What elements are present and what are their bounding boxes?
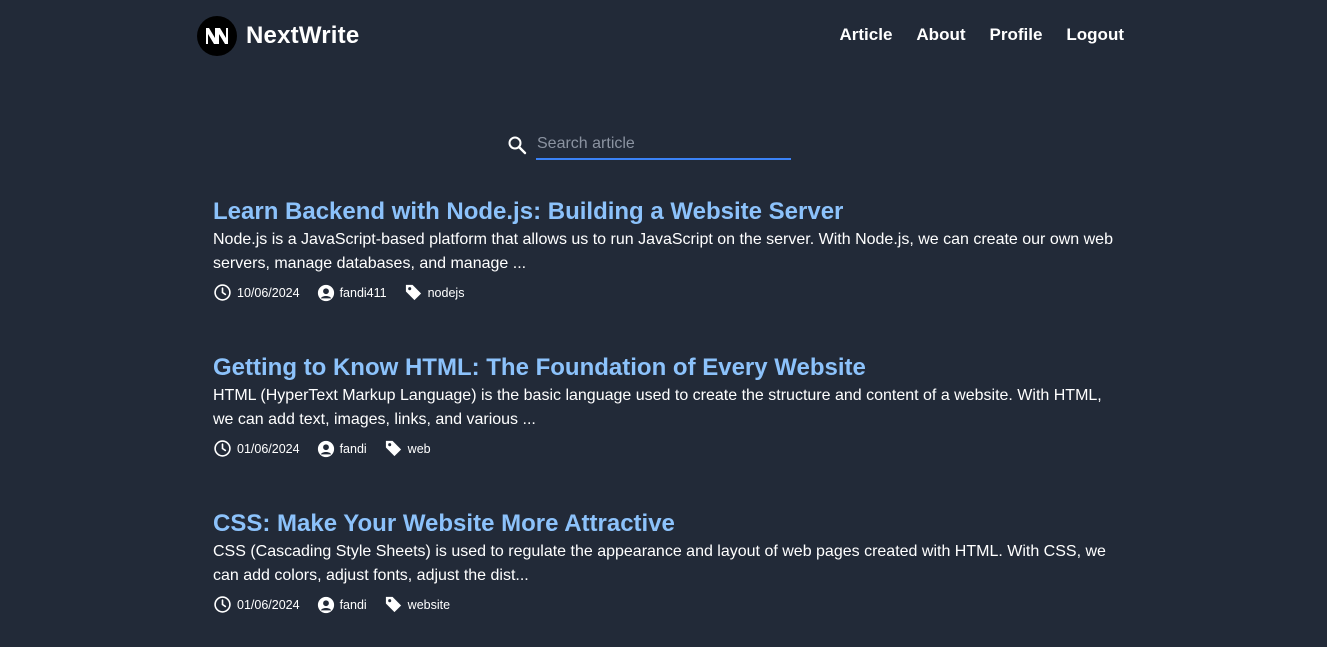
article-tag: website [384,595,450,614]
main-nav: Article About Profile Logout [839,25,1124,45]
tag-icon [385,440,401,457]
article-item: Getting to Know HTML: The Foundation of … [213,352,1113,508]
tag-icon [405,284,421,301]
article-author: fandi411 [317,284,387,302]
article-meta: 01/06/2024 fandi website [213,595,1113,614]
article-tag: web [384,439,431,458]
article-excerpt: CSS (Cascading Style Sheets) is used to … [213,543,1106,584]
nav-about-link[interactable]: About [916,25,965,45]
article-author-text: fandi [339,597,367,612]
article-tag-link[interactable]: web [408,442,431,456]
nextwrite-logo-icon [197,16,237,56]
article-author: fandi [317,440,367,458]
header: NextWrite Article About Profile Logout [0,0,1327,72]
article-item: CSS: Make Your Website More Attractive C… [213,508,1113,647]
article-date-text: 10/06/2024 [237,285,300,300]
article-meta: 01/06/2024 fandi web [213,439,1113,458]
article-title-link[interactable]: CSS: Make Your Website More Attractive [213,508,1113,540]
clock-icon [214,284,231,301]
nav-profile-link[interactable]: Profile [990,25,1043,45]
article-author-text: fandi [339,441,367,456]
article-tag: nodejs [404,283,465,302]
search-icon [505,133,529,157]
article-excerpt: Node.js is a JavaScript-based platform t… [213,231,1113,272]
clock-icon [214,596,231,613]
user-circle-icon [317,440,334,457]
article-date-text: 01/06/2024 [237,597,300,612]
article-meta: 10/06/2024 fandi411 nodejs [213,283,1113,302]
nav-logout-link[interactable]: Logout [1066,25,1124,45]
article-item: Learn Backend with Node.js: Building a W… [213,196,1113,352]
brand-logo-link[interactable]: NextWrite [197,16,359,56]
article-title-link[interactable]: Getting to Know HTML: The Foundation of … [213,352,1113,384]
brand-name: NextWrite [246,22,360,49]
search-bar [505,130,791,160]
user-circle-icon [317,284,334,301]
article-excerpt: HTML (HyperText Markup Language) is the … [213,387,1102,428]
article-date-text: 01/06/2024 [237,441,300,456]
article-title-link[interactable]: Learn Backend with Node.js: Building a W… [213,196,1113,228]
tag-icon [385,596,401,613]
article-date: 10/06/2024 [213,283,300,302]
article-date: 01/06/2024 [213,595,300,614]
nav-article-link[interactable]: Article [839,25,892,45]
article-tag-link[interactable]: website [408,598,450,612]
article-tag-link[interactable]: nodejs [428,286,465,300]
article-author-text: fandi411 [339,285,387,300]
page: NextWrite Article About Profile Logout L… [0,0,1327,647]
user-circle-icon [317,596,334,613]
article-date: 01/06/2024 [213,439,300,458]
article-list: Learn Backend with Node.js: Building a W… [213,196,1113,647]
search-input[interactable] [536,130,791,160]
article-author: fandi [317,596,367,614]
clock-icon [214,440,231,457]
